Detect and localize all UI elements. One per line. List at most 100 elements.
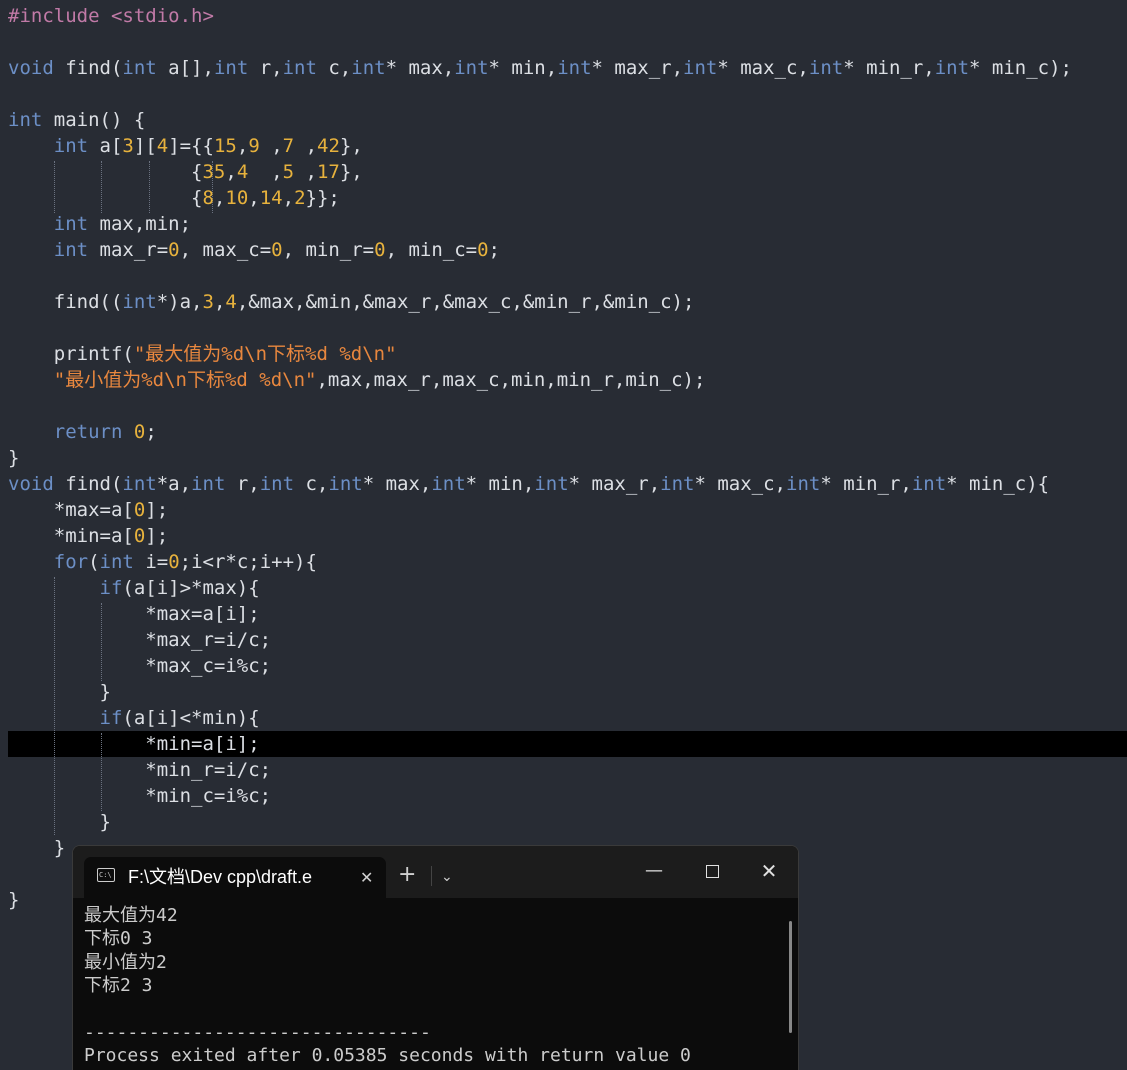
code-line[interactable]: void find(int a[],int r,int c,int* max,i… xyxy=(8,55,1072,81)
code-token: ]={{ xyxy=(168,135,214,157)
code-line[interactable]: *max=a[0]; xyxy=(8,497,168,523)
code-line[interactable]: find((int*)a,3,4,&max,&min,&max_r,&max_c… xyxy=(8,289,695,315)
console-output-line: 下标2 3 xyxy=(84,975,153,997)
code-line[interactable]: if(a[i]<*min){ xyxy=(8,705,260,731)
code-token: c, xyxy=(316,57,352,79)
maximize-button[interactable] xyxy=(697,856,727,886)
minimize-button[interactable]: — xyxy=(639,856,669,886)
code-token: int xyxy=(660,473,695,495)
code-token: c, xyxy=(294,473,329,495)
code-token: int xyxy=(259,473,295,495)
code-line[interactable]: {8,10,14,2}}; xyxy=(8,185,340,211)
code-line[interactable]: int main() { xyxy=(8,107,145,133)
code-token: void xyxy=(8,57,54,79)
code-token: , xyxy=(248,161,283,183)
code-token: , xyxy=(294,161,317,183)
code-line[interactable]: {35,4 ,5 ,17}, xyxy=(8,159,363,185)
new-tab-button[interactable]: + xyxy=(398,860,416,890)
code-token: *max_c=i%c; xyxy=(8,655,272,677)
code-line[interactable]: if(a[i]>*max){ xyxy=(8,575,260,601)
console-tab[interactable]: C:\ F:\文档\Dev cpp\draft.e ✕ xyxy=(84,857,386,898)
code-token: , xyxy=(225,161,237,183)
code-token: *min=a[i]; xyxy=(8,733,260,755)
code-token: *)a, xyxy=(156,291,203,313)
code-token: }, xyxy=(339,161,363,183)
code-token: *min_r=i/c; xyxy=(8,759,272,781)
code-token: , min_c= xyxy=(385,239,478,261)
code-line[interactable]: *max_r=i/c; xyxy=(8,627,271,653)
code-token: a[ xyxy=(88,135,123,157)
terminal-icon: C:\ xyxy=(97,868,115,882)
code-line[interactable]: void find(int*a,int r,int c,int* max,int… xyxy=(8,471,1049,497)
code-token: for xyxy=(53,551,89,573)
code-token: int xyxy=(213,57,249,79)
code-token: 0 xyxy=(133,499,146,521)
code-line[interactable]: } xyxy=(8,887,19,913)
code-token: printf( xyxy=(8,343,134,365)
tab-separator xyxy=(431,866,432,886)
code-line[interactable]: *max=a[i]; xyxy=(8,601,260,627)
console-titlebar[interactable]: C:\ F:\文档\Dev cpp\draft.e ✕ + ⌄ — ✕ xyxy=(73,846,798,898)
code-line[interactable]: *min_r=i/c; xyxy=(8,757,271,783)
code-token: * min, xyxy=(488,57,558,79)
code-token: 4 xyxy=(225,291,237,313)
code-token: 35 xyxy=(202,161,226,183)
code-token: int xyxy=(53,135,89,157)
code-line[interactable]: } xyxy=(8,809,111,835)
code-line[interactable]: } xyxy=(8,445,19,471)
code-token: * max, xyxy=(385,57,455,79)
code-token: *max_r=i/c; xyxy=(8,629,272,651)
chevron-down-icon[interactable]: ⌄ xyxy=(441,864,453,890)
code-line[interactable]: *max_c=i%c; xyxy=(8,653,271,679)
code-token: , xyxy=(282,187,295,209)
tab-close-icon[interactable]: ✕ xyxy=(360,857,373,898)
code-token: , min_r= xyxy=(282,239,375,261)
code-token: ]; xyxy=(145,499,169,521)
code-token: *a, xyxy=(156,473,192,495)
close-button[interactable]: ✕ xyxy=(754,856,784,886)
console-scrollbar[interactable] xyxy=(789,921,792,1033)
code-token: int xyxy=(431,473,466,495)
code-token: int xyxy=(191,473,226,495)
code-token: * min_c){ xyxy=(946,473,1050,495)
code-line[interactable]: printf("最大值为%d\n下标%d %d\n" xyxy=(8,341,397,367)
code-line[interactable]: } xyxy=(8,679,111,705)
code-token: int xyxy=(328,473,363,495)
code-token: ,max,max_r,max_c,min,min_r,min_c); xyxy=(316,369,706,391)
code-token: 15 xyxy=(213,135,237,157)
code-token: int xyxy=(683,57,718,79)
code-line[interactable]: for(int i=0;i<r*c;i++){ xyxy=(8,549,317,575)
code-token: { xyxy=(8,187,203,209)
code-line[interactable]: return 0; xyxy=(8,419,157,445)
code-token: void xyxy=(8,473,54,495)
code-token: 0 xyxy=(271,239,283,261)
code-token: 3 xyxy=(122,135,134,157)
code-token: * max_c, xyxy=(694,473,786,495)
code-token: *max=a[i]; xyxy=(8,603,260,625)
code-token: ,&max,&min,&max_r,&max_c,&min_r,&min_c); xyxy=(236,291,695,313)
code-token: , xyxy=(259,135,283,157)
code-line[interactable]: int max,min; xyxy=(8,211,191,237)
console-output-line: -------------------------------- xyxy=(84,1021,431,1043)
code-token: int xyxy=(53,213,89,235)
code-line[interactable]: } xyxy=(8,835,65,861)
code-token: int xyxy=(351,57,386,79)
code-token: max_r= xyxy=(88,239,169,261)
code-line[interactable]: *min_c=i%c; xyxy=(8,783,271,809)
code-line[interactable]: #include <stdio.h> xyxy=(8,3,214,29)
code-line[interactable]: int a[3][4]={{15,9 ,7 ,42}, xyxy=(8,133,363,159)
code-token: , xyxy=(213,187,226,209)
code-token: find( xyxy=(53,57,123,79)
code-token: * max_r, xyxy=(568,473,661,495)
code-line[interactable]: int max_r=0, max_c=0, min_r=0, min_c=0; xyxy=(8,237,500,263)
code-line[interactable]: *min=a[i]; xyxy=(8,731,260,757)
code-token: return xyxy=(53,421,123,443)
code-token: ; xyxy=(145,421,157,443)
code-line[interactable]: "最小值为%d\n下标%d %d\n",max,max_r,max_c,min,… xyxy=(8,367,706,393)
code-line[interactable]: *min=a[0]; xyxy=(8,523,168,549)
code-token: }}; xyxy=(305,187,340,209)
